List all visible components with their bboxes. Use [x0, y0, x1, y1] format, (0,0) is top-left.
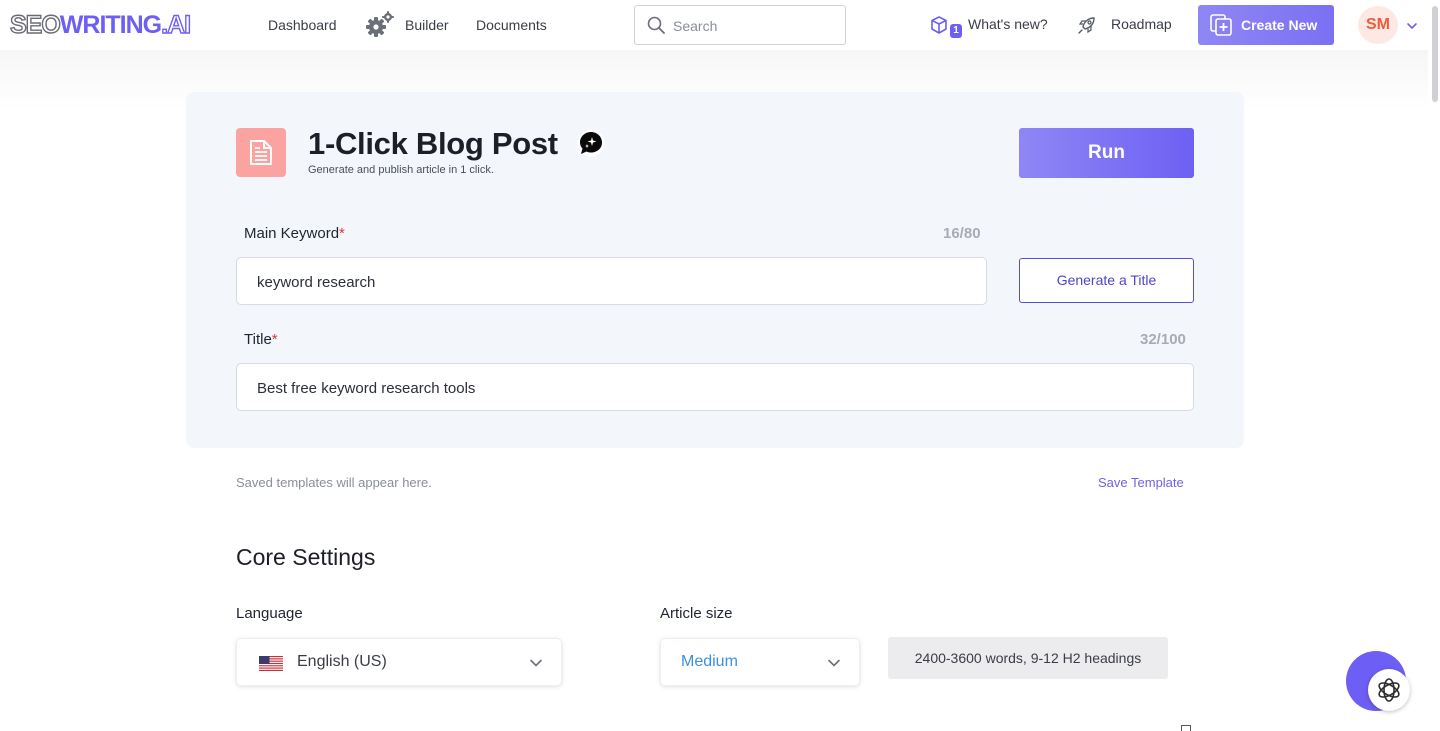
chat-sparkle-icon[interactable]	[576, 128, 606, 158]
save-template-link[interactable]: Save Template	[1098, 475, 1184, 490]
title-counter: 32/100	[1140, 331, 1186, 348]
main-keyword-field[interactable]	[236, 257, 987, 305]
openai-badge[interactable]	[1368, 669, 1410, 711]
chevron-down-icon[interactable]	[1406, 20, 1418, 32]
article-size-select[interactable]: Medium	[660, 638, 860, 686]
logo-writing: WRITING	[59, 11, 162, 39]
title-label-text: Title	[244, 331, 272, 348]
cube-icon	[931, 16, 947, 34]
gear-icon	[366, 11, 394, 37]
us-flag-icon	[259, 656, 283, 671]
main-keyword-input[interactable]	[257, 270, 957, 294]
page-title: 1-Click Blog Post	[308, 126, 558, 161]
search-icon	[647, 16, 665, 34]
whats-new-label: What's new?	[968, 16, 1048, 32]
language-value: English (US)	[297, 653, 387, 670]
scroll-indicator	[1181, 725, 1191, 731]
brand-logo[interactable]: SEOWRITING.AI	[9, 10, 191, 39]
main-keyword-label: Main Keyword*	[244, 225, 345, 242]
article-size-value: Medium	[681, 653, 738, 670]
whats-new-badge: 1	[950, 24, 962, 38]
roadmap-link[interactable]: Roadmap	[1111, 16, 1172, 32]
title-field[interactable]	[236, 363, 1194, 411]
logo-seo: SEO	[9, 10, 61, 39]
language-select[interactable]: English (US)	[236, 638, 562, 686]
run-button[interactable]: Run	[1019, 128, 1194, 178]
chevron-down-icon	[828, 659, 840, 667]
language-label: Language	[236, 605, 303, 622]
nav-documents[interactable]: Documents	[476, 16, 547, 34]
logo-ai: .AI	[160, 10, 191, 39]
main-keyword-label-text: Main Keyword	[244, 225, 340, 242]
required-mark: *	[271, 331, 278, 348]
chevron-down-icon	[530, 659, 542, 667]
document-icon	[236, 128, 286, 177]
nav-builder[interactable]: Builder	[405, 16, 449, 34]
add-document-icon	[1210, 14, 1232, 36]
required-mark: *	[339, 225, 345, 242]
article-size-info: 2400-3600 words, 9-12 H2 headings	[888, 637, 1168, 679]
create-new-button[interactable]: Create New	[1198, 5, 1334, 45]
rocket-icon	[1078, 17, 1095, 34]
user-avatar[interactable]: SM	[1358, 6, 1398, 44]
article-size-label: Article size	[660, 605, 733, 622]
nav-dashboard[interactable]: Dashboard	[268, 16, 337, 34]
title-input[interactable]	[257, 376, 1167, 400]
search-box[interactable]	[634, 5, 846, 45]
core-settings-heading: Core Settings	[236, 544, 376, 570]
openai-icon	[1378, 678, 1400, 702]
title-label: Title*	[244, 331, 278, 348]
search-input[interactable]	[673, 15, 838, 37]
saved-templates-text: Saved templates will appear here.	[236, 475, 432, 490]
create-new-label: Create New	[1241, 17, 1318, 33]
page-subtitle: Generate and publish article in 1 click.	[308, 164, 494, 176]
scrollbar-thumb[interactable]	[1432, 6, 1438, 102]
scrollbar-track[interactable]	[1428, 0, 1440, 731]
generate-title-button[interactable]: Generate a Title	[1019, 258, 1194, 303]
main-keyword-counter: 16/80	[943, 225, 981, 242]
